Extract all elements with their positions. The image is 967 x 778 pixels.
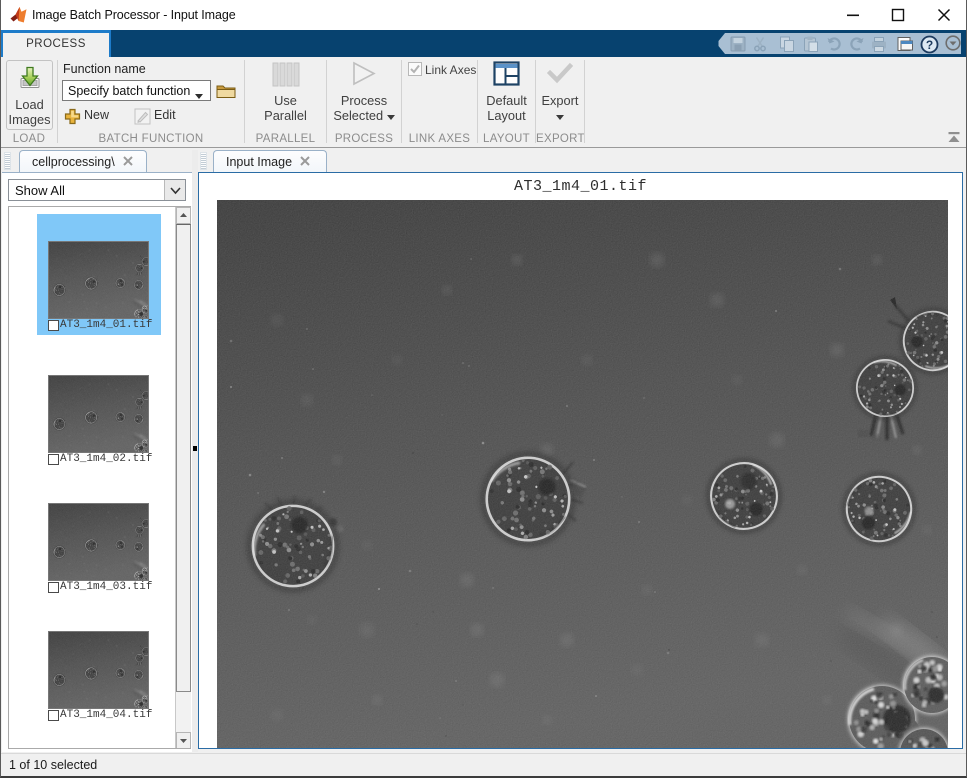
svg-text:?: ? — [926, 38, 933, 52]
